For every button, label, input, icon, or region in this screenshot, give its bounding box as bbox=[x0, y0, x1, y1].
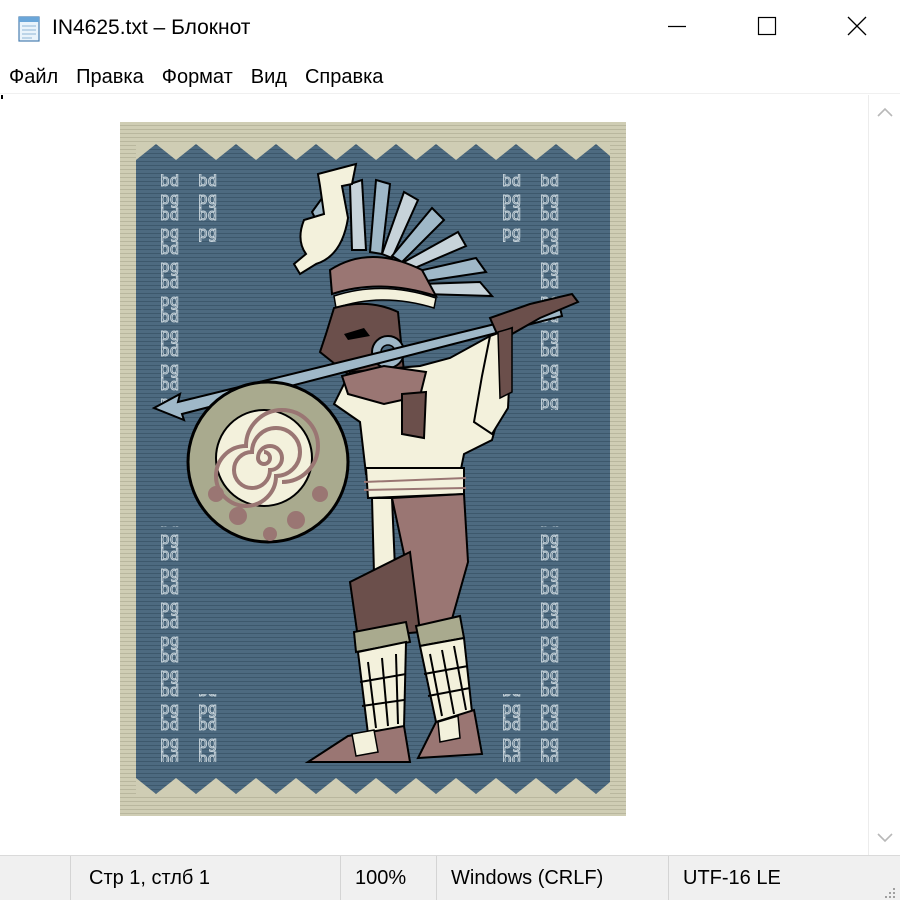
ascii-art-image: pg bd bbox=[120, 122, 626, 816]
text-caret bbox=[1, 95, 3, 99]
scroll-up-button[interactable] bbox=[869, 101, 900, 125]
status-encoding: UTF-16 LE bbox=[668, 856, 868, 900]
menu-edit[interactable]: Правка bbox=[67, 60, 153, 94]
status-zoom: 100% bbox=[340, 856, 436, 900]
text-editor[interactable]: pg bd bbox=[0, 95, 868, 855]
maximize-icon bbox=[757, 16, 777, 41]
vertical-scrollbar[interactable] bbox=[868, 95, 900, 855]
minimize-icon bbox=[667, 16, 687, 41]
minimize-button[interactable] bbox=[632, 0, 722, 56]
menu-view[interactable]: Вид bbox=[242, 60, 296, 94]
menu-bar: Файл Правка Формат Вид Справка bbox=[0, 60, 900, 94]
close-button[interactable] bbox=[812, 0, 900, 56]
title-bar[interactable]: IN4625.txt – Блокнот bbox=[0, 0, 900, 56]
maximize-button[interactable] bbox=[722, 0, 812, 56]
resize-grip-icon[interactable] bbox=[882, 882, 896, 898]
chevron-down-icon bbox=[877, 830, 893, 848]
window-title: IN4625.txt – Блокнот bbox=[52, 16, 251, 39]
status-line-ending: Windows (CRLF) bbox=[436, 856, 668, 900]
status-cursor-position: Стр 1, стлб 1 bbox=[70, 856, 340, 900]
menu-format[interactable]: Формат bbox=[153, 60, 242, 94]
menu-help[interactable]: Справка bbox=[296, 60, 392, 94]
close-icon bbox=[846, 15, 868, 42]
chevron-up-icon bbox=[877, 104, 893, 122]
notepad-icon bbox=[16, 14, 42, 42]
menu-file[interactable]: Файл bbox=[0, 60, 67, 94]
scroll-down-button[interactable] bbox=[869, 827, 900, 851]
status-bar: Стр 1, стлб 1 100% Windows (CRLF) UTF-16… bbox=[0, 855, 900, 900]
